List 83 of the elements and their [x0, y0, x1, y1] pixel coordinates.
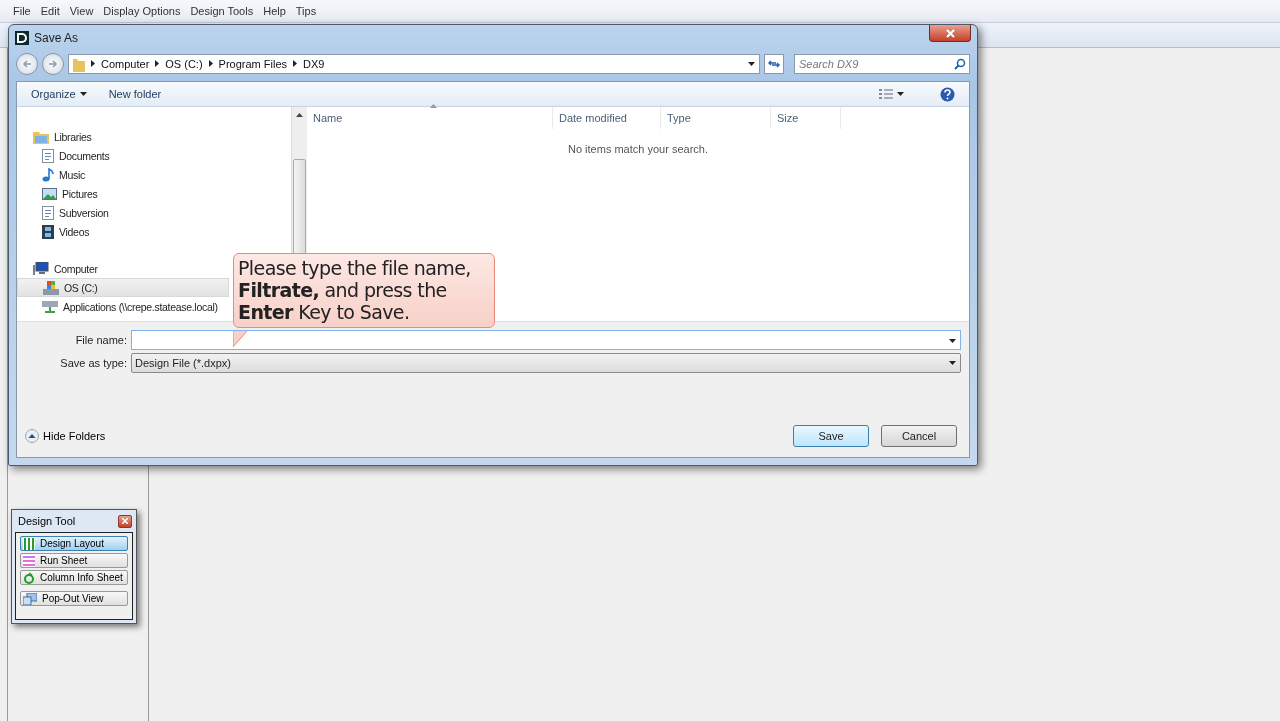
- tool-button[interactable]: Run Sheet: [20, 553, 128, 568]
- dialog-button[interactable]: Cancel: [881, 425, 957, 447]
- instruction-callout: Please type the file name, Filtrate, and press the Enter Key to Save.: [233, 253, 495, 328]
- music-note-icon: [42, 167, 54, 182]
- toolbar-button[interactable]: Organize: [25, 86, 93, 102]
- breadcrumb-item[interactable]: OS (C:): [165, 58, 203, 70]
- refresh-arrows-icon: [768, 59, 780, 69]
- breadcrumb-item[interactable]: DX9: [303, 58, 325, 70]
- tool-button[interactable]: Pop-Out View: [20, 591, 128, 606]
- menu-item[interactable]: Design Tools: [185, 5, 259, 17]
- menu-item[interactable]: Edit: [35, 5, 65, 17]
- close-button[interactable]: [118, 514, 132, 528]
- folder-tree-item[interactable]: Documents: [17, 146, 110, 165]
- separator-arrow-icon: [208, 60, 213, 68]
- tool-button[interactable]: Design Layout: [20, 536, 128, 551]
- panel-title: Design Tool: [18, 515, 77, 527]
- folder-tree-item[interactable]: Applications (\\crepe.statease.local): [17, 297, 218, 316]
- folder-tree-item[interactable]: Pictures: [17, 184, 98, 203]
- caret-icon: [79, 92, 87, 96]
- drive-icon: [43, 280, 59, 295]
- chevron-up-icon: [25, 429, 39, 443]
- close-button[interactable]: [929, 25, 971, 42]
- lines-icon: [23, 554, 35, 567]
- left-arrow-icon: [22, 59, 32, 69]
- separator-arrow-icon: [293, 60, 298, 68]
- close-icon: [122, 518, 128, 524]
- callout-pointer-icon: [233, 331, 247, 347]
- document-icon: [42, 205, 54, 220]
- menu-item[interactable]: Help: [258, 5, 291, 17]
- film-icon: [42, 224, 54, 239]
- folder-tree-item[interactable]: Libraries: [17, 127, 92, 146]
- computer-icon: [33, 261, 49, 276]
- column-header[interactable]: Name: [307, 107, 553, 129]
- back-button[interactable]: [16, 53, 38, 75]
- menu-item[interactable]: Tips: [290, 5, 322, 17]
- field-label: File name:: [74, 334, 128, 346]
- file-name-field[interactable]: [131, 330, 961, 350]
- column-header[interactable]: Date modified: [553, 107, 661, 129]
- list-view-icon: [879, 88, 893, 100]
- folder-icon: [73, 56, 85, 72]
- help-icon: [940, 86, 955, 102]
- refresh-button[interactable]: [764, 54, 784, 74]
- document-icon: [42, 148, 54, 163]
- ring-icon: [23, 571, 35, 584]
- folder-tree-item[interactable]: OS (C:): [17, 278, 229, 297]
- vertical-bars-icon: [23, 537, 35, 550]
- breadcrumb-item[interactable]: Program Files: [218, 58, 288, 70]
- folder-tree-item[interactable]: Music: [17, 165, 85, 184]
- close-icon: [945, 28, 955, 38]
- network-drive-icon: [42, 299, 58, 314]
- field-label: Save as type:: [59, 357, 128, 369]
- caret-icon: [897, 92, 904, 96]
- separator-arrow-icon: [91, 60, 95, 68]
- dropdown-arrow-icon: [949, 361, 956, 365]
- toolbar-button[interactable]: New folder: [102, 86, 168, 102]
- landscape-icon: [42, 187, 57, 200]
- file-type-dropdown[interactable]: Design File (*.dxpx): [131, 353, 961, 373]
- window-title: Save As: [34, 31, 79, 45]
- menu-item[interactable]: Display Options: [98, 5, 186, 17]
- dropdown-arrow-icon: [748, 62, 755, 66]
- dialog-button[interactable]: Save: [793, 425, 869, 447]
- folder-tree-item[interactable]: Videos: [17, 222, 90, 241]
- windows-icon: [23, 592, 37, 605]
- search-icon: [954, 58, 966, 70]
- sort-arrow-icon: [429, 104, 437, 108]
- address-bar[interactable]: Computer OS (C:) Program Files DX9: [68, 54, 760, 74]
- app-logo-icon: [15, 31, 29, 45]
- menu-item[interactable]: View: [64, 5, 99, 17]
- folder-tree-item[interactable]: Computer: [17, 259, 98, 278]
- folder-tree-item[interactable]: Subversion: [17, 203, 109, 222]
- column-header[interactable]: Size: [771, 107, 841, 129]
- breadcrumb-item[interactable]: Computer: [101, 58, 150, 70]
- scroll-up-icon: [296, 113, 303, 117]
- hide-folders-button[interactable]: Hide Folders: [25, 429, 106, 443]
- search-field[interactable]: Search DX9: [794, 54, 970, 74]
- empty-message: No items match your search.: [568, 143, 708, 155]
- tool-button[interactable]: Column Info Sheet: [20, 570, 128, 585]
- library-folder-icon: [33, 129, 49, 144]
- menu-item[interactable]: File: [8, 5, 36, 17]
- forward-button[interactable]: [42, 53, 64, 75]
- column-header[interactable]: Type: [661, 107, 771, 129]
- right-arrow-icon: [48, 59, 58, 69]
- separator-arrow-icon: [155, 60, 160, 68]
